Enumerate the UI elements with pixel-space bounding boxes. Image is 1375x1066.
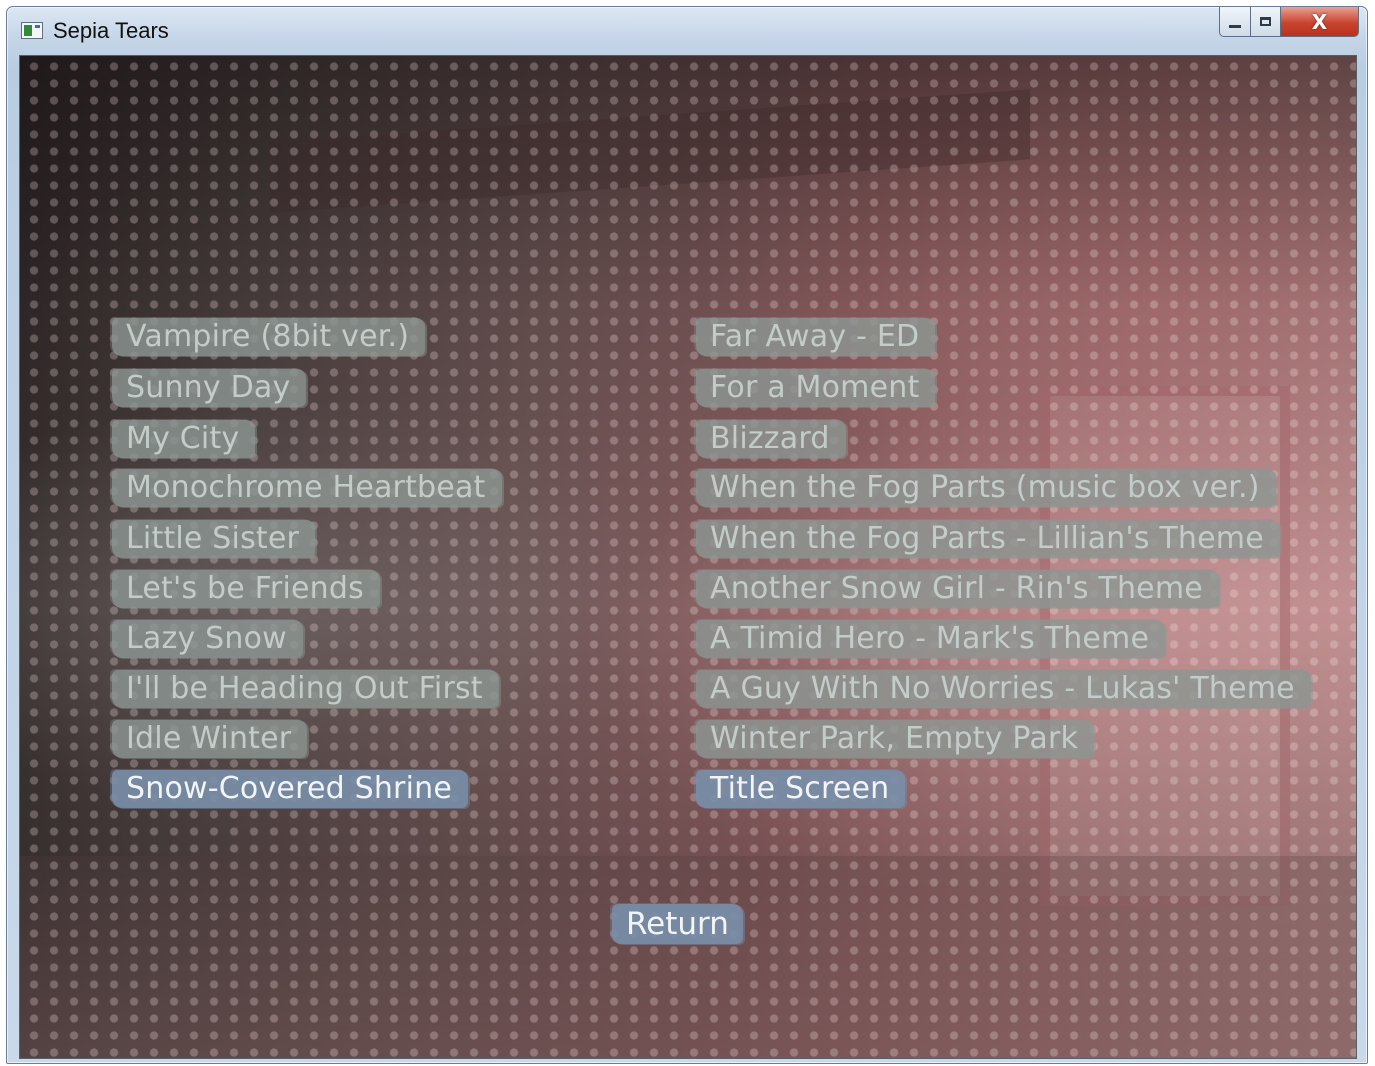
window-controls: X [1219, 7, 1359, 39]
minimize-button[interactable] [1219, 7, 1251, 37]
track-button[interactable]: Lazy Snow [112, 620, 303, 658]
track-button[interactable]: A Guy With No Worries - Lukas' Theme [696, 670, 1311, 708]
game-viewport: Vampire (8bit ver.) Sunny Day My City Mo… [19, 55, 1357, 1059]
track-button[interactable]: For a Moment [696, 369, 936, 407]
track-button[interactable]: When the Fog Parts - Lillian's Theme [696, 520, 1280, 558]
minimize-icon [1229, 24, 1241, 28]
track-button-selected[interactable]: Snow-Covered Shrine [112, 770, 468, 808]
track-button[interactable]: Let's be Friends [112, 570, 380, 608]
track-button-selected[interactable]: Title Screen [696, 770, 906, 808]
track-button[interactable]: Blizzard [696, 420, 846, 458]
window-title: Sepia Tears [53, 18, 169, 43]
track-button[interactable]: A Timid Hero - Mark's Theme [696, 620, 1166, 658]
close-button[interactable]: X [1281, 7, 1359, 37]
track-button[interactable]: My City [112, 420, 256, 458]
title-bar[interactable]: Sepia Tears X [7, 7, 1367, 55]
app-icon [21, 22, 43, 39]
return-button[interactable]: Return [612, 904, 743, 944]
track-button[interactable]: I'll be Heading Out First [112, 670, 499, 708]
track-button[interactable]: Sunny Day [112, 369, 307, 407]
app-window: Sepia Tears X Vampire (8bit ver.) Sunny … [6, 6, 1368, 1064]
close-icon: X [1311, 9, 1328, 34]
track-button[interactable]: Another Snow Girl - Rin's Theme [696, 570, 1219, 608]
track-button[interactable]: Vampire (8bit ver.) [112, 318, 426, 356]
track-button[interactable]: Winter Park, Empty Park [696, 720, 1095, 758]
maximize-icon [1260, 17, 1271, 26]
track-button[interactable]: Idle Winter [112, 720, 308, 758]
maximize-button[interactable] [1251, 7, 1281, 37]
track-button[interactable]: Monochrome Heartbeat [112, 469, 502, 507]
track-button[interactable]: Far Away - ED [696, 318, 936, 356]
track-button[interactable]: When the Fog Parts (music box ver.) [696, 469, 1276, 507]
track-button[interactable]: Little Sister [112, 520, 316, 558]
